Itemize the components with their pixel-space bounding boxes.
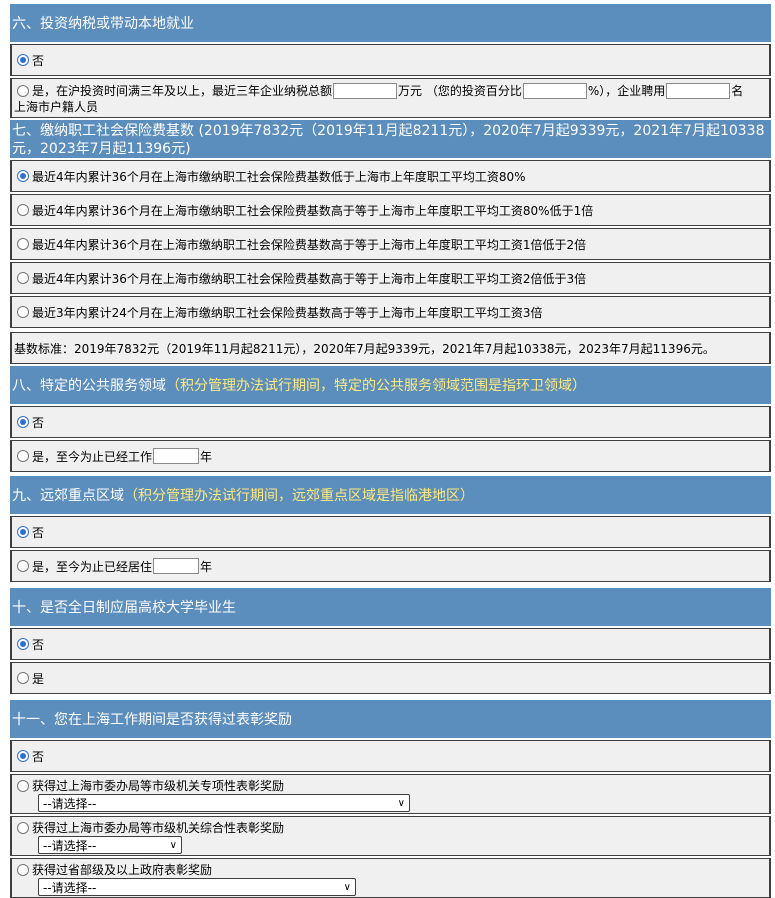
section-11-header: 十一、您在上海工作期间是否获得过表彰奖励	[10, 698, 771, 738]
section-9-title: 九、远郊重点区域	[12, 488, 124, 504]
s7-opt-3-label: 最近4年内累计36个月在上海市缴纳职工社会保险费基数高于等于上海市上年度职工平均…	[32, 237, 587, 252]
tax-total-input[interactable]	[333, 82, 398, 99]
s6-no-row[interactable]: 否	[10, 44, 771, 76]
s7-opt-3-radio[interactable]	[17, 238, 29, 250]
s7-opt-3-row[interactable]: 最近4年内累计36个月在上海市缴纳职工社会保险费基数高于等于上海市上年度职工平均…	[10, 228, 771, 260]
s6-yes-radio[interactable]	[17, 84, 29, 97]
s11-a3-row[interactable]: 获得过省部级及以上政府表彰奖励 --请选择-- ∨	[10, 858, 771, 898]
s10-no-radio[interactable]	[17, 638, 29, 650]
s11-a3-label: 获得过省部级及以上政府表彰奖励	[32, 863, 213, 877]
s8-no-label: 否	[32, 415, 45, 430]
work-years-input[interactable]	[153, 448, 200, 464]
s6-yes-text-d: 名	[731, 83, 744, 98]
section-6-header: 六、投资纳税或带动本地就业	[10, 0, 771, 42]
section-7-title: 七、缴纳职工社会保险费基数 (2019年7832元（2019年11月起8211元…	[12, 123, 765, 157]
s6-yes-text-b: 万元 （您的投资百分比	[398, 83, 522, 98]
s6-yes-row[interactable]: 是，在沪投资时间满三年及以上，最近三年企业纳税总额 万元 （您的投资百分比 %），企…	[10, 78, 771, 118]
s11-a3-select[interactable]: --请选择-- ∨	[38, 878, 356, 896]
section-6-title: 六、投资纳税或带动本地就业	[12, 16, 194, 32]
s11-a2-radio[interactable]	[17, 821, 29, 834]
s6-no-label: 否	[32, 53, 45, 68]
s8-yes-text-a: 是，至今为止已经工作	[32, 449, 153, 464]
s9-no-row[interactable]: 否	[10, 516, 771, 548]
s6-yes-text-e: 上海市户籍人员	[14, 100, 99, 114]
s11-no-label: 否	[32, 749, 45, 764]
s11-no-radio[interactable]	[17, 750, 29, 762]
s7-opt-5-row[interactable]: 最近3年内累计24个月在上海市缴纳职工社会保险费基数高于等于上海市上年度职工平均…	[10, 296, 771, 328]
s7-opt-1-radio[interactable]	[17, 170, 29, 182]
section-8-title: 八、特定的公共服务领域	[12, 378, 166, 394]
reside-years-input[interactable]	[153, 558, 200, 574]
s11-a1-select-value: --请选择--	[43, 796, 97, 811]
s7-opt-2-row[interactable]: 最近4年内累计36个月在上海市缴纳职工社会保险费基数高于等于上海市上年度职工平均…	[10, 194, 771, 226]
chevron-down-icon: ∨	[169, 839, 177, 851]
s7-opt-5-radio[interactable]	[17, 306, 29, 318]
s7-opt-5-label: 最近3年内累计24个月在上海市缴纳职工社会保险费基数高于等于上海市上年度职工平均…	[32, 305, 543, 320]
s11-a1-label: 获得过上海市委办局等市级机关专项性表彰奖励	[32, 779, 285, 793]
section-10-title: 十、是否全日制应届高校大学毕业生	[12, 600, 236, 616]
s10-yes-radio[interactable]	[17, 672, 29, 684]
s11-a1-select[interactable]: --请选择-- ∨	[38, 794, 410, 812]
s8-yes-row[interactable]: 是，至今为止已经工作 年	[10, 440, 771, 472]
s7-base-row: 基数标准：2019年7832元（2019年11月起8211元），2020年7月起…	[10, 332, 771, 364]
s11-a3-radio[interactable]	[17, 863, 29, 876]
s9-yes-text-a: 是，至今为止已经居住	[32, 559, 153, 574]
s10-yes-label: 是	[32, 671, 45, 686]
s11-a2-select[interactable]: --请选择-- ∨	[38, 836, 182, 854]
s6-yes-text-a: 是，在沪投资时间满三年及以上，最近三年企业纳税总额	[32, 83, 333, 98]
s7-opt-4-radio[interactable]	[17, 272, 29, 284]
section-8-note: （积分管理办法试行期间，特定的公共服务领域范围是指环卫领域）	[166, 378, 586, 394]
s7-opt-2-label: 最近4年内累计36个月在上海市缴纳职工社会保险费基数高于等于上海市上年度职工平均…	[32, 203, 594, 218]
s8-yes-text-b: 年	[200, 449, 213, 464]
s11-a2-label: 获得过上海市委办局等市级机关综合性表彰奖励	[32, 821, 285, 835]
s8-no-radio[interactable]	[17, 416, 29, 428]
s7-opt-1-label: 最近4年内累计36个月在上海市缴纳职工社会保险费基数低于上海市上年度职工平均工资…	[32, 169, 526, 184]
s6-no-radio[interactable]	[17, 54, 29, 66]
s9-yes-row[interactable]: 是，至今为止已经居住 年	[10, 550, 771, 582]
section-10-header: 十、是否全日制应届高校大学毕业生	[10, 586, 771, 626]
s9-no-radio[interactable]	[17, 526, 29, 538]
employee-count-input[interactable]	[666, 82, 731, 99]
s7-base-text: 基数标准：2019年7832元（2019年11月起8211元），2020年7月起…	[14, 341, 715, 356]
s11-a1-row[interactable]: 获得过上海市委办局等市级机关专项性表彰奖励 --请选择-- ∨	[10, 774, 771, 814]
s6-yes-text-c: %），企业聘用	[587, 83, 666, 98]
s11-a2-row[interactable]: 获得过上海市委办局等市级机关综合性表彰奖励 --请选择-- ∨	[10, 816, 771, 856]
chevron-down-icon: ∨	[397, 797, 405, 809]
s11-a2-select-value: --请选择--	[43, 838, 97, 853]
s11-no-row[interactable]: 否	[10, 740, 771, 772]
s10-yes-row[interactable]: 是	[10, 662, 771, 694]
section-7-header: 七、缴纳职工社会保险费基数 (2019年7832元（2019年11月起8211元…	[10, 118, 771, 158]
invest-percent-input[interactable]	[522, 82, 587, 99]
s8-no-row[interactable]: 否	[10, 406, 771, 438]
s9-yes-text-b: 年	[200, 559, 213, 574]
s8-yes-radio[interactable]	[17, 450, 29, 462]
s7-opt-4-row[interactable]: 最近4年内累计36个月在上海市缴纳职工社会保险费基数高于等于上海市上年度职工平均…	[10, 262, 771, 294]
section-11-title: 十一、您在上海工作期间是否获得过表彰奖励	[12, 712, 292, 728]
section-8-header: 八、特定的公共服务领域 （积分管理办法试行期间，特定的公共服务领域范围是指环卫领域…	[10, 364, 771, 404]
s7-opt-1-row[interactable]: 最近4年内累计36个月在上海市缴纳职工社会保险费基数低于上海市上年度职工平均工资…	[10, 160, 771, 192]
section-9-note: （积分管理办法试行期间，远郊重点区域是指临港地区）	[124, 488, 474, 504]
s11-a3-select-value: --请选择--	[43, 880, 97, 895]
s9-no-label: 否	[32, 525, 45, 540]
s7-opt-4-label: 最近4年内累计36个月在上海市缴纳职工社会保险费基数高于等于上海市上年度职工平均…	[32, 271, 587, 286]
s7-opt-2-radio[interactable]	[17, 204, 29, 216]
section-9-header: 九、远郊重点区域 （积分管理办法试行期间，远郊重点区域是指临港地区）	[10, 474, 771, 514]
s10-no-row[interactable]: 否	[10, 628, 771, 660]
s10-no-label: 否	[32, 637, 45, 652]
s9-yes-radio[interactable]	[17, 560, 29, 572]
s11-a1-radio[interactable]	[17, 779, 29, 792]
chevron-down-icon: ∨	[343, 881, 351, 893]
